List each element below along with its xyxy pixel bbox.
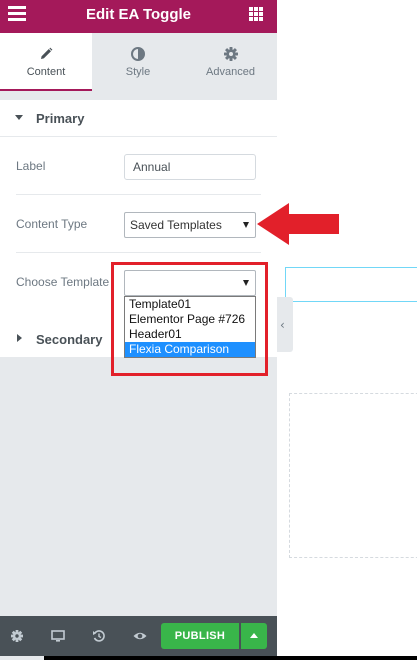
preview-widget-outline[interactable]: [285, 267, 417, 302]
control-label: Label Annual: [0, 137, 277, 195]
chevron-left-icon: ‹: [280, 318, 285, 332]
responsive-icon[interactable]: [50, 628, 66, 644]
preview-area: [277, 0, 417, 660]
control-content-type: Content Type Saved Templates: [0, 195, 277, 253]
half-circle-icon: [131, 47, 145, 61]
publish-options-button[interactable]: [241, 623, 267, 649]
select-value: Saved Templates: [130, 218, 222, 232]
publish-button[interactable]: PUBLISH: [161, 623, 239, 649]
section-primary-toggle[interactable]: Primary: [0, 100, 277, 137]
control-label-text: Label: [16, 159, 46, 173]
section-title: Primary: [36, 111, 85, 126]
panel-collapse-button[interactable]: ‹: [277, 297, 293, 352]
annotation-arrow-icon: [257, 203, 339, 245]
tab-advanced[interactable]: Advanced: [184, 33, 277, 91]
tab-style[interactable]: Style: [92, 33, 184, 91]
panel-header: Edit EA Toggle: [0, 0, 277, 33]
content-type-select[interactable]: Saved Templates: [124, 212, 256, 238]
control-label-text: Choose Template: [16, 275, 110, 289]
panel-title: Edit EA Toggle: [86, 6, 191, 23]
tab-label: Content: [26, 66, 66, 78]
caret-up-icon: [250, 633, 258, 638]
label-input[interactable]: Annual: [124, 154, 256, 180]
caret-down-icon: [15, 115, 23, 120]
dropdown-arrow-icon: [243, 222, 249, 228]
history-icon[interactable]: [91, 628, 107, 644]
pencil-icon: [41, 47, 53, 59]
control-label-text: Content Type: [16, 217, 88, 231]
settings-icon[interactable]: [9, 628, 25, 644]
annotation-highlight-box: [111, 262, 268, 376]
tab-content[interactable]: Content: [0, 33, 92, 91]
preview-icon[interactable]: [132, 628, 148, 644]
tab-label: Style: [125, 66, 151, 78]
preview-drop-area[interactable]: [289, 393, 417, 558]
tab-label: Advanced: [206, 66, 255, 78]
window-edge: [44, 656, 417, 660]
grid-icon[interactable]: [249, 7, 263, 21]
gear-icon: [223, 47, 238, 61]
panel-tabs: Content Style Advanced: [0, 33, 277, 91]
caret-right-icon: [17, 334, 22, 342]
section-title: Secondary: [36, 332, 103, 347]
